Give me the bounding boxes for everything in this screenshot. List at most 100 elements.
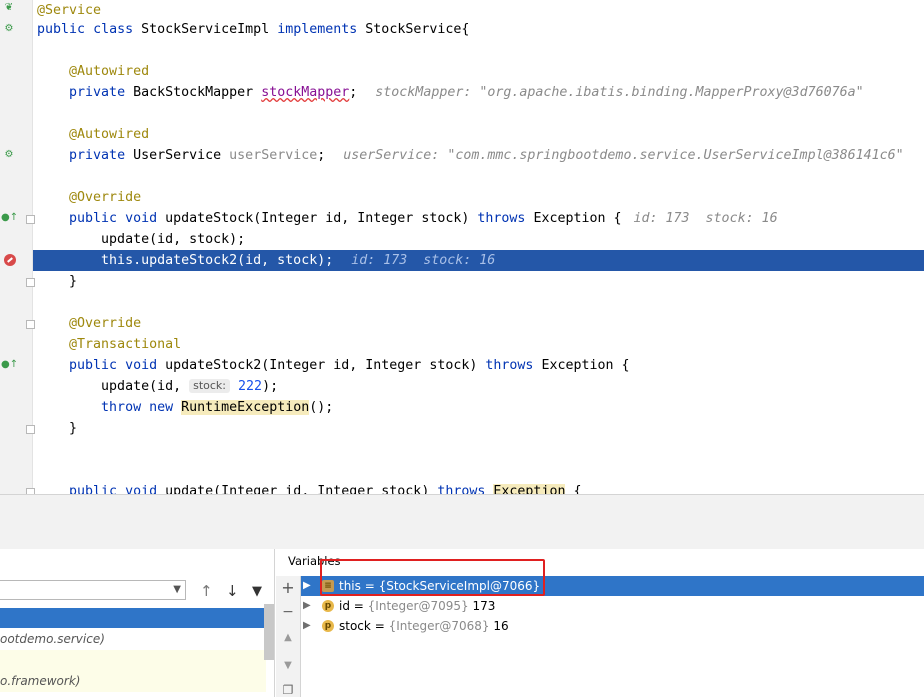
debug-toolbar[interactable] [0,494,924,522]
exception-type: Exception { [533,211,622,226]
keyword: throws [477,211,526,226]
parameter-hint: stock: [189,379,231,393]
method-signature: updateStock(Integer id, Integer stock) [165,211,470,226]
field-name: userService [229,148,318,163]
filter-icon[interactable]: ▼ [252,584,262,599]
statement: (); [309,400,334,415]
inline-value-hint: stock: 16 [423,253,496,268]
code-line[interactable]: @Service [0,0,924,21]
chevron-down-icon: ▼ [173,584,181,595]
inline-value-hint: id: 173 [351,253,408,268]
equals-sign: = [374,619,385,633]
breakpoint-icon[interactable] [4,254,16,266]
type-name: BackStockMapper [133,85,254,100]
statement: ); [262,379,279,394]
frame-down-icon[interactable]: ↓ [226,582,239,600]
code-line[interactable]: update(id, stock: 222); [0,376,924,397]
statement: .updateStock2(id, stock); [133,253,334,268]
variable-name: stock [339,619,371,633]
semicolon: ; [317,148,326,163]
frame-row[interactable]: ootdemo.service) [0,629,266,649]
code-line[interactable]: @Override [0,187,924,208]
exception-type: Exception [493,484,566,494]
annotation: @Override [69,316,142,331]
frames-panel[interactable]: ootdemo.service) o.framework) [0,549,275,697]
keyword: public [69,211,118,226]
field-name: stockMapper [261,85,350,100]
keyword: throw [101,400,142,415]
variable-row-stock[interactable]: ▶ p stock = {Integer@7068} 16 [301,616,924,636]
move-down-icon[interactable]: ▼ [276,660,300,671]
code-line[interactable]: public void update(Integer id, Integer s… [0,481,924,494]
code-line[interactable]: @Override [0,313,924,334]
code-line[interactable]: throw new RuntimeException(); [0,397,924,418]
parameter-icon: p [322,600,334,612]
method-signature: update(Integer id, Integer stock) [165,484,430,494]
keyword: this [101,253,134,268]
variable-type: {Integer@7068} [388,619,490,633]
frame-row[interactable]: o.framework) [0,671,266,691]
expand-arrow-icon[interactable]: ▶ [303,596,311,616]
code-line[interactable]: private UserService userService; userServ… [0,145,924,166]
variable-row-id[interactable]: ▶ p id = {Integer@7095} 173 [301,596,924,616]
code-line[interactable]: public void updateStock2(Integer id, Int… [0,355,924,376]
keyword: void [125,211,158,226]
annotation: @Service [37,3,102,18]
keyword: public [69,358,118,373]
code-line[interactable]: public class StockServiceImpl implements… [0,19,924,40]
add-watch-icon[interactable]: + [276,578,300,597]
copy-icon[interactable]: ❐ [276,683,300,697]
debug-tabs-band [0,521,924,549]
variable-value: 173 [472,599,496,613]
code-line[interactable]: @Transactional [0,334,924,355]
interface-name: StockService{ [365,22,470,37]
keyword: public [69,484,118,494]
variables-toolbar[interactable]: + − ▲ ▼ ❐ [276,576,301,697]
frame-row-selected[interactable] [0,608,266,628]
semicolon: ; [349,85,358,100]
closing-brace: } [69,421,78,436]
frame-label: ootdemo.service) [0,632,105,646]
opening-brace: { [573,484,582,494]
inline-value-hint: stock: 16 [705,211,778,226]
move-up-icon[interactable]: ▲ [276,632,300,643]
keyword: throws [437,484,486,494]
parameter-icon: p [322,620,334,632]
keyword: throws [485,358,534,373]
keyword: private [69,85,126,100]
thread-selector[interactable]: ▼ [0,580,186,600]
current-execution-line[interactable]: this.updateStock2(id, stock); id: 173 stoc… [33,250,924,271]
code-line[interactable]: } [0,271,924,292]
keyword: private [69,148,126,163]
closing-brace: } [69,274,78,289]
frames-scrollbar[interactable] [264,604,274,660]
expand-arrow-icon[interactable]: ▶ [303,616,311,636]
class-name: StockServiceImpl [141,22,270,37]
number-literal: 222 [238,379,263,394]
code-line[interactable]: @Autowired [0,61,924,82]
remove-watch-icon[interactable]: − [276,604,300,620]
keyword: implements [277,22,358,37]
code-line[interactable]: private BackStockMapper stockMapper; stoc… [0,82,924,103]
exception-class: RuntimeException [181,400,310,415]
frame-label: o.framework) [0,674,81,688]
statement: update(id, stock); [101,232,246,247]
variable-type: {Integer@7095} [367,599,469,613]
keyword: new [149,400,174,415]
frame-up-icon[interactable]: ↑ [200,582,213,600]
keyword: class [93,22,134,37]
code-editor[interactable]: ❦ ⚙ ⚙ ●↑ ●↑ @Service public class StockS… [0,0,924,494]
annotation: @Transactional [69,337,182,352]
code-line[interactable]: } [0,418,924,439]
inline-value-hint: userService: "com.mmc.springbootdemo.ser… [343,148,904,163]
code-line[interactable]: update(id, stock); [0,229,924,250]
inline-value-hint: id: 173 [633,211,690,226]
exception-type: Exception { [541,358,630,373]
keyword: public [37,22,86,37]
code-line[interactable]: public void updateStock(Integer id, Inte… [0,208,924,229]
annotation: @Autowired [69,64,150,79]
annotation: @Autowired [69,127,150,142]
expand-arrow-icon[interactable]: ▶ [303,576,311,596]
variable-name: id [339,599,350,613]
code-line[interactable]: @Autowired [0,124,924,145]
